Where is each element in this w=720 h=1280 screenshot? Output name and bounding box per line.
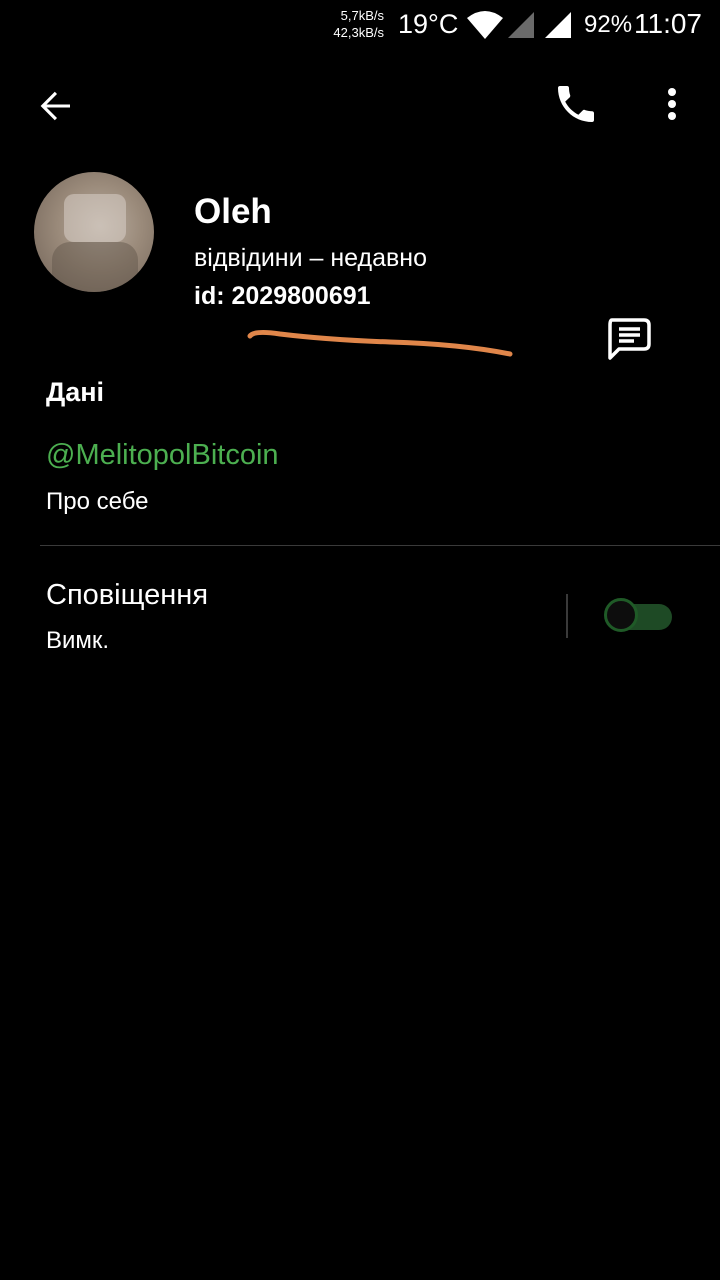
- phone-icon: [558, 86, 594, 122]
- divider: [40, 545, 720, 546]
- upload-speed: 5,7kB/s: [340, 8, 384, 23]
- vertical-divider: [566, 594, 568, 638]
- network-speed: 5,7kB/s 42,3kB/s: [318, 7, 384, 41]
- avatar-blur: [52, 242, 138, 292]
- profile-name: Oleh: [194, 192, 272, 231]
- battery-level: 92%: [584, 11, 633, 38]
- clock: 11:07: [634, 8, 702, 39]
- section-title-info: Дані: [46, 377, 105, 407]
- user-id: id: 2029800691: [194, 282, 371, 310]
- signal-icon: [545, 12, 571, 38]
- wifi-icon: [467, 11, 503, 39]
- username-link[interactable]: @MelitopolBitcoin: [46, 438, 279, 472]
- avatar[interactable]: [34, 172, 154, 292]
- avatar-blur: [64, 194, 126, 242]
- last-seen-status: відвідини – недавно: [194, 244, 428, 272]
- message-icon: [608, 318, 651, 360]
- message-button[interactable]: [602, 314, 654, 364]
- download-speed: 42,3kB/s: [333, 25, 384, 40]
- more-vertical-icon: [668, 88, 676, 120]
- back-button[interactable]: [32, 82, 80, 130]
- temperature: 19°C: [398, 9, 459, 39]
- handwritten-underline: [247, 329, 513, 357]
- notifications-status: Вимк.: [46, 627, 110, 654]
- notifications-row[interactable]: Сповіщення Вимк.: [0, 560, 720, 670]
- signal-icon: [508, 12, 534, 38]
- username-caption: Про себе: [46, 488, 149, 515]
- call-button[interactable]: [552, 80, 600, 128]
- arrow-left-icon: [40, 91, 70, 121]
- notifications-toggle[interactable]: [602, 596, 674, 638]
- status-bar: 5,7kB/s 42,3kB/s 19°C 92% 11:07: [0, 0, 720, 50]
- notifications-title: Сповіщення: [46, 579, 209, 611]
- toggle-thumb: [604, 598, 638, 632]
- more-options-button[interactable]: [650, 80, 694, 128]
